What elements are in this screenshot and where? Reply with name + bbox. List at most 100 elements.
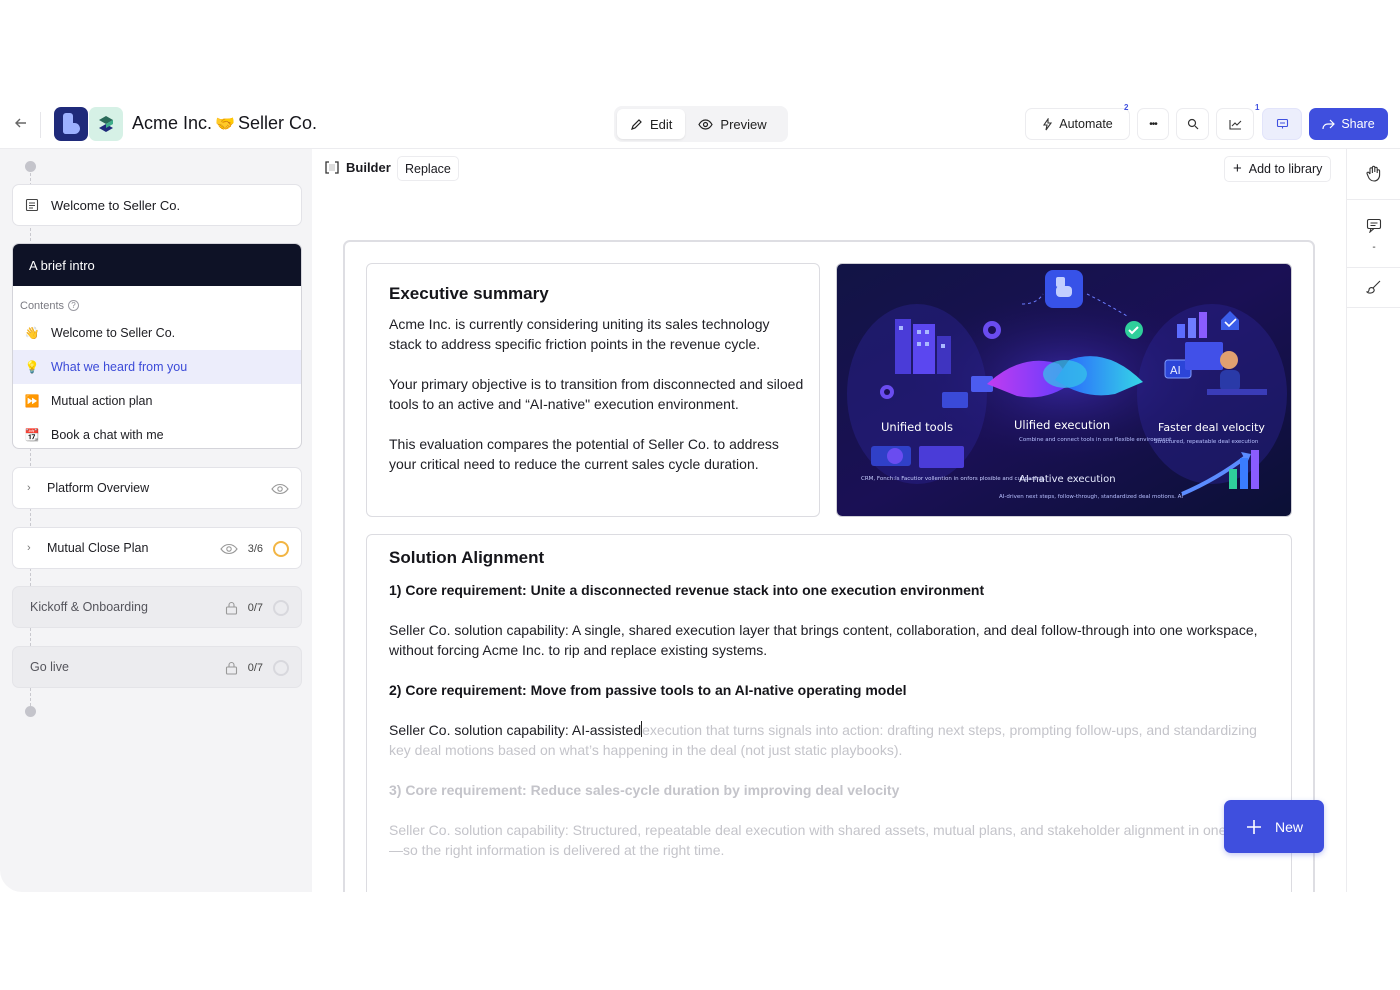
section-go-live[interactable]: Go live 0/7 bbox=[12, 646, 302, 688]
toc-item-label: What we heard from you bbox=[51, 360, 188, 374]
waving-hand-icon: 👋 bbox=[24, 326, 40, 340]
present-button[interactable] bbox=[1262, 108, 1302, 140]
help-icon[interactable]: ? bbox=[68, 300, 80, 311]
search-button[interactable] bbox=[1176, 108, 1209, 140]
toc-item-label: Book a chat with me bbox=[51, 428, 164, 442]
requirement-heading-pending: 3) Core requirement: Reduce sales-cycle … bbox=[389, 782, 900, 798]
eye-icon[interactable] bbox=[271, 483, 289, 495]
share-label: Share bbox=[1341, 117, 1375, 131]
section-label: Go live bbox=[30, 660, 69, 674]
preview-label: Preview bbox=[720, 116, 767, 132]
capability-text-pending: Seller Co. solution capability: Structur… bbox=[389, 822, 1264, 858]
search-icon bbox=[1187, 118, 1198, 130]
eye-icon bbox=[698, 118, 714, 130]
progress-ring-icon bbox=[273, 541, 289, 557]
add-to-library-button[interactable]: + Add to library bbox=[1224, 156, 1332, 182]
left-sidebar: Welcome to Seller Co. A brief intro Cont… bbox=[0, 148, 312, 892]
brush-icon[interactable] bbox=[1347, 277, 1400, 297]
bolt-icon bbox=[1043, 117, 1053, 130]
builder-bracket-icon bbox=[325, 161, 339, 174]
chevron-right-icon: › bbox=[27, 542, 31, 554]
section-label: Mutual Close Plan bbox=[47, 541, 149, 555]
lock-icon bbox=[225, 661, 237, 675]
intro-section-card: A brief intro Contents ? 👋 Welcome to Se… bbox=[12, 243, 302, 449]
plus-icon bbox=[1246, 819, 1261, 834]
chart-icon bbox=[1228, 119, 1241, 130]
handshake-illustration: AI Unified tools Ulified execution Combi… bbox=[837, 264, 1291, 516]
edit-mode-button[interactable]: Edit bbox=[617, 109, 686, 139]
content-toolbar: Builder Replace + Add to library bbox=[312, 148, 1346, 188]
toc-item-action-plan[interactable]: ⏩ Mutual action plan bbox=[13, 384, 301, 418]
section-kickoff-onboarding[interactable]: Kickoff & Onboarding 0/7 bbox=[12, 586, 302, 628]
chevron-right-icon: › bbox=[27, 482, 31, 494]
illustration-sublabel: AI-driven next steps, follow-through, st… bbox=[999, 494, 1183, 500]
analytics-button[interactable]: 1 bbox=[1216, 103, 1259, 140]
page-icon bbox=[25, 198, 39, 212]
fast-forward-icon: ⏩ bbox=[24, 394, 40, 408]
illustration-sublabel: Combine and connect tools in one flexibl… bbox=[1019, 437, 1172, 443]
lock-icon bbox=[225, 601, 237, 615]
presentation-icon bbox=[1276, 118, 1288, 129]
edit-label: Edit bbox=[650, 116, 673, 132]
section-mutual-close-plan[interactable]: › Mutual Close Plan 3/6 bbox=[12, 527, 302, 569]
pencil-icon bbox=[631, 118, 642, 130]
solution-title: Solution Alignment bbox=[389, 548, 545, 567]
automate-label: Automate bbox=[1059, 117, 1113, 131]
activity-badge: 1 bbox=[1255, 103, 1260, 112]
mode-toggle: Edit Preview bbox=[614, 106, 788, 142]
typed-text: Seller Co. solution capability: AI-assis… bbox=[389, 722, 642, 738]
section-label: Kickoff & Onboarding bbox=[30, 600, 148, 614]
main-content: Builder Replace + Add to library Executi… bbox=[312, 148, 1346, 892]
requirement-heading: 2) Core requirement: Move from passive t… bbox=[389, 682, 907, 698]
comment-count-dash: - bbox=[1372, 241, 1376, 253]
plus-icon: + bbox=[1233, 160, 1242, 177]
illustration-label: AI-native execution bbox=[1019, 474, 1116, 485]
executive-paragraph: This evaluation compares the potential o… bbox=[389, 436, 779, 472]
executive-paragraph: Your primary objective is to transition … bbox=[389, 376, 804, 412]
acme-logo-icon bbox=[54, 107, 88, 141]
capability-text: Seller Co. solution capability: A single… bbox=[389, 622, 1258, 658]
section-label: Platform Overview bbox=[47, 481, 150, 495]
progress-ring-icon bbox=[273, 600, 289, 616]
add-library-label: Add to library bbox=[1248, 162, 1323, 176]
solution-alignment-block[interactable]: Solution Alignment 1) Core requirement: … bbox=[366, 534, 1292, 892]
builder-label[interactable]: Builder bbox=[325, 160, 391, 175]
new-label: New bbox=[1274, 818, 1303, 835]
toc-item-welcome[interactable]: 👋 Welcome to Seller Co. bbox=[13, 316, 301, 350]
illustration-sublabel: CRM, Fonch:ls Facutior vollention in onf… bbox=[861, 476, 1045, 482]
illustration-label: Unified tools bbox=[881, 420, 953, 434]
buyer-name: Acme Inc. bbox=[132, 113, 213, 133]
replace-button[interactable]: Replace bbox=[397, 156, 459, 181]
section-platform-overview[interactable]: › Platform Overview bbox=[12, 467, 302, 509]
new-button[interactable]: New bbox=[1224, 800, 1324, 853]
requirement-heading: 1) Core requirement: Unite a disconnecte… bbox=[389, 582, 985, 598]
executive-summary-title: Executive summary bbox=[389, 284, 549, 303]
toc-item-label: Welcome to Seller Co. bbox=[51, 326, 176, 340]
hand-raise-icon[interactable] bbox=[1347, 159, 1400, 187]
more-button[interactable]: ••• bbox=[1137, 108, 1169, 140]
welcome-page-card[interactable]: Welcome to Seller Co. bbox=[12, 184, 302, 226]
comment-icon[interactable] bbox=[1347, 215, 1400, 235]
automate-badge: 2 bbox=[1124, 103, 1129, 112]
page-title: Acme Inc. 🤝 Seller Co. bbox=[132, 113, 317, 134]
share-button[interactable]: Share bbox=[1309, 108, 1388, 140]
preview-mode-button[interactable]: Preview bbox=[685, 109, 779, 139]
back-arrow-icon[interactable] bbox=[12, 116, 30, 134]
toc-item-what-we-heard[interactable]: 💡 What we heard from you bbox=[13, 350, 301, 384]
intro-section-header[interactable]: A brief intro bbox=[13, 244, 301, 286]
contents-label-text: Contents bbox=[20, 299, 65, 312]
executive-summary-block[interactable]: Executive summary Acme Inc. is currently… bbox=[366, 263, 820, 517]
toc-item-book-chat[interactable]: 📆 Book a chat with me bbox=[13, 418, 301, 448]
right-rail: - bbox=[1346, 148, 1400, 892]
seller-logo-icon bbox=[89, 107, 123, 141]
timeline-start-dot bbox=[25, 161, 36, 172]
automate-button[interactable]: Automate 2 bbox=[1025, 103, 1130, 140]
handshake-icon: 🤝 bbox=[215, 115, 235, 133]
executive-paragraph: Acme Inc. is currently considering uniti… bbox=[389, 316, 770, 352]
top-header: Acme Inc. 🤝 Seller Co. Edit Preview Auto… bbox=[0, 100, 1400, 148]
capability-text-streaming[interactable]: Seller Co. solution capability: AI-assis… bbox=[389, 720, 1269, 760]
illustration-image[interactable]: AI Unified tools Ulified execution Combi… bbox=[836, 263, 1292, 517]
illustration-label: Ulified execution bbox=[1014, 418, 1110, 432]
eye-icon[interactable] bbox=[220, 543, 238, 555]
illustration-label: Faster deal velocity bbox=[1158, 421, 1265, 434]
